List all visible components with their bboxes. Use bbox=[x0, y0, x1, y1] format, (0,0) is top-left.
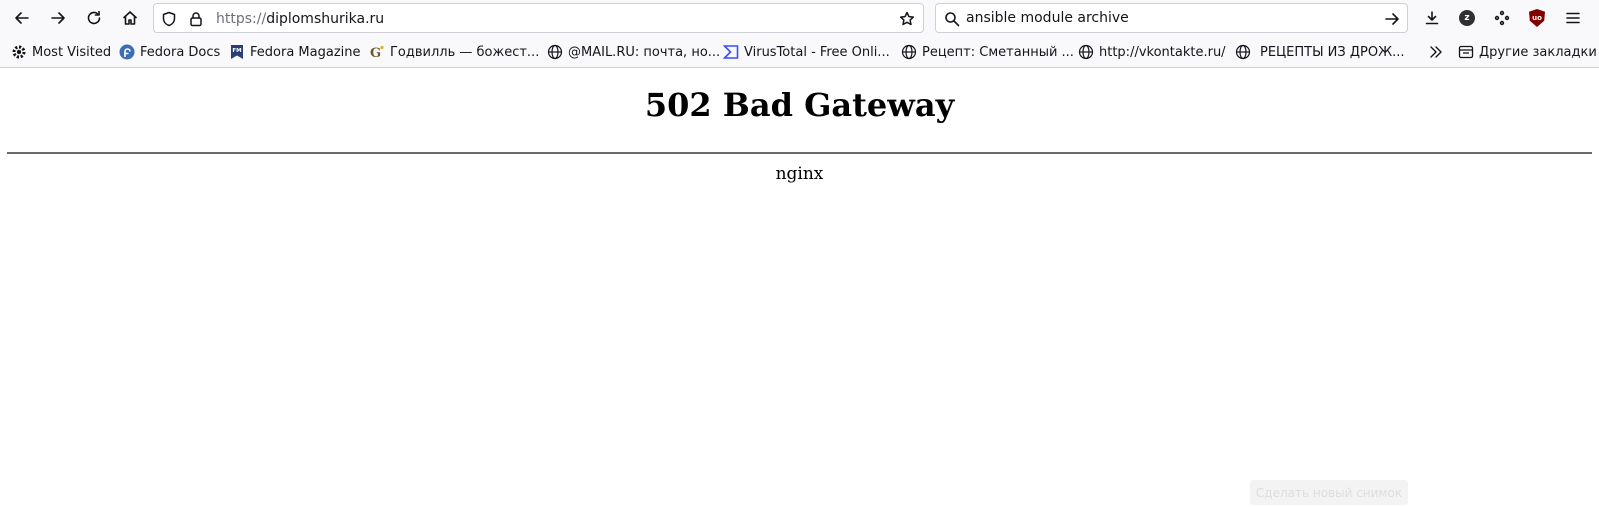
search-input[interactable] bbox=[966, 8, 1366, 28]
error-heading: 502 Bad Gateway bbox=[644, 86, 955, 124]
lock-icon[interactable] bbox=[188, 11, 204, 27]
search-icon bbox=[944, 11, 960, 27]
home-button[interactable] bbox=[116, 4, 144, 32]
download-icon bbox=[1425, 11, 1439, 25]
bookmark-label: Рецепт: Сметанный ... bbox=[922, 44, 1074, 60]
bookmark-label: http://vkontakte.ru/ bbox=[1099, 44, 1226, 60]
extensions-button[interactable] bbox=[1488, 4, 1516, 32]
bookmark-label: @MAIL.RU: почта, но... bbox=[568, 44, 721, 60]
gear-icon bbox=[11, 44, 27, 60]
ublock-extension-button[interactable]: uo bbox=[1523, 4, 1551, 32]
fedora-icon bbox=[119, 44, 135, 60]
bookmark-most-visited[interactable]: Most Visited bbox=[11, 39, 111, 65]
arrow-right-icon bbox=[51, 12, 65, 24]
hamburger-menu-icon bbox=[1566, 12, 1580, 24]
bookmark-label: Fedora Docs bbox=[140, 44, 221, 60]
arrow-left-icon bbox=[15, 12, 29, 24]
globe-icon bbox=[1078, 44, 1094, 60]
bookmark-recipe[interactable]: Рецепт: Сметанный ... bbox=[901, 39, 1074, 65]
forward-button[interactable] bbox=[44, 4, 72, 32]
chevron-double-right-icon bbox=[1428, 44, 1444, 60]
bookmark-label: РЕЦЕПТЫ ИЗ ДРОЖ... bbox=[1260, 44, 1405, 60]
page-content: 502 Bad Gateway nginx bbox=[0, 68, 1599, 507]
bookmark-label: Most Visited bbox=[32, 44, 112, 60]
fedora-magazine-icon: FM bbox=[229, 44, 245, 60]
globe-icon bbox=[901, 44, 917, 60]
reload-button[interactable] bbox=[80, 4, 108, 32]
svg-text:FM: FM bbox=[232, 48, 241, 54]
bookmark-star-icon[interactable] bbox=[899, 11, 915, 27]
url-scheme: https:// bbox=[216, 11, 267, 27]
bookmark-fedora-docs[interactable]: Fedora Docs bbox=[119, 39, 220, 65]
bookmark-label: VirusTotal - Free Onli... bbox=[744, 44, 890, 60]
bookmark-yeast-recipes[interactable]: РЕЦЕПТЫ ИЗ ДРОЖ... bbox=[1235, 39, 1405, 65]
address-bar[interactable]: https://diplomshurika.ru bbox=[153, 3, 924, 33]
search-bar[interactable] bbox=[935, 3, 1408, 33]
ublock-shield-icon: uo bbox=[1529, 9, 1545, 27]
bookmarks-toolbar: Most Visited Fedora Docs FM Fedora Magaz… bbox=[0, 39, 1599, 65]
divider bbox=[7, 152, 1592, 154]
globe-icon bbox=[1235, 44, 1251, 60]
folder-icon bbox=[1458, 44, 1474, 60]
globe-icon bbox=[547, 44, 563, 60]
reload-icon bbox=[87, 10, 101, 25]
back-button[interactable] bbox=[8, 4, 36, 32]
zotero-extension-button[interactable]: z bbox=[1453, 4, 1481, 32]
virustotal-icon bbox=[723, 44, 739, 60]
bookmark-label: Годвилль — божест... bbox=[390, 44, 540, 60]
godville-icon: G bbox=[369, 44, 385, 60]
bookmark-label: Fedora Magazine bbox=[250, 44, 361, 60]
downloads-button[interactable] bbox=[1418, 4, 1446, 32]
bookmark-fedora-magazine[interactable]: FM Fedora Magazine bbox=[229, 39, 361, 65]
bookmark-virustotal[interactable]: VirusTotal - Free Onli... bbox=[723, 39, 890, 65]
bookmark-mail-ru[interactable]: @MAIL.RU: почта, но... bbox=[547, 39, 720, 65]
svg-text:G: G bbox=[370, 46, 381, 60]
other-bookmarks-label: Другие закладки bbox=[1479, 44, 1597, 60]
navigation-toolbar: https://diplomshurika.ru z uo bbox=[0, 0, 1599, 36]
other-bookmarks-folder[interactable]: Другие закладки bbox=[1458, 39, 1597, 65]
url-text[interactable]: https://diplomshurika.ru bbox=[216, 10, 384, 28]
take-new-snapshot-button[interactable]: Сделать новый снимок bbox=[1250, 480, 1408, 505]
zotero-icon: z bbox=[1459, 10, 1475, 26]
server-name: nginx bbox=[775, 164, 824, 184]
browser-chrome: https://diplomshurika.ru z uo bbox=[0, 0, 1599, 68]
puzzle-icon bbox=[1494, 10, 1510, 26]
url-host: diplomshurika.ru bbox=[266, 11, 385, 27]
home-icon bbox=[123, 11, 137, 25]
bookmark-godville[interactable]: G Годвилль — божест... bbox=[369, 39, 539, 65]
tracking-protection-shield-icon[interactable] bbox=[161, 11, 177, 27]
app-menu-button[interactable] bbox=[1559, 4, 1587, 32]
search-go-arrow-icon[interactable] bbox=[1384, 11, 1400, 27]
bookmarks-overflow-button[interactable] bbox=[1428, 39, 1449, 65]
bookmark-vkontakte[interactable]: http://vkontakte.ru/ bbox=[1078, 39, 1226, 65]
